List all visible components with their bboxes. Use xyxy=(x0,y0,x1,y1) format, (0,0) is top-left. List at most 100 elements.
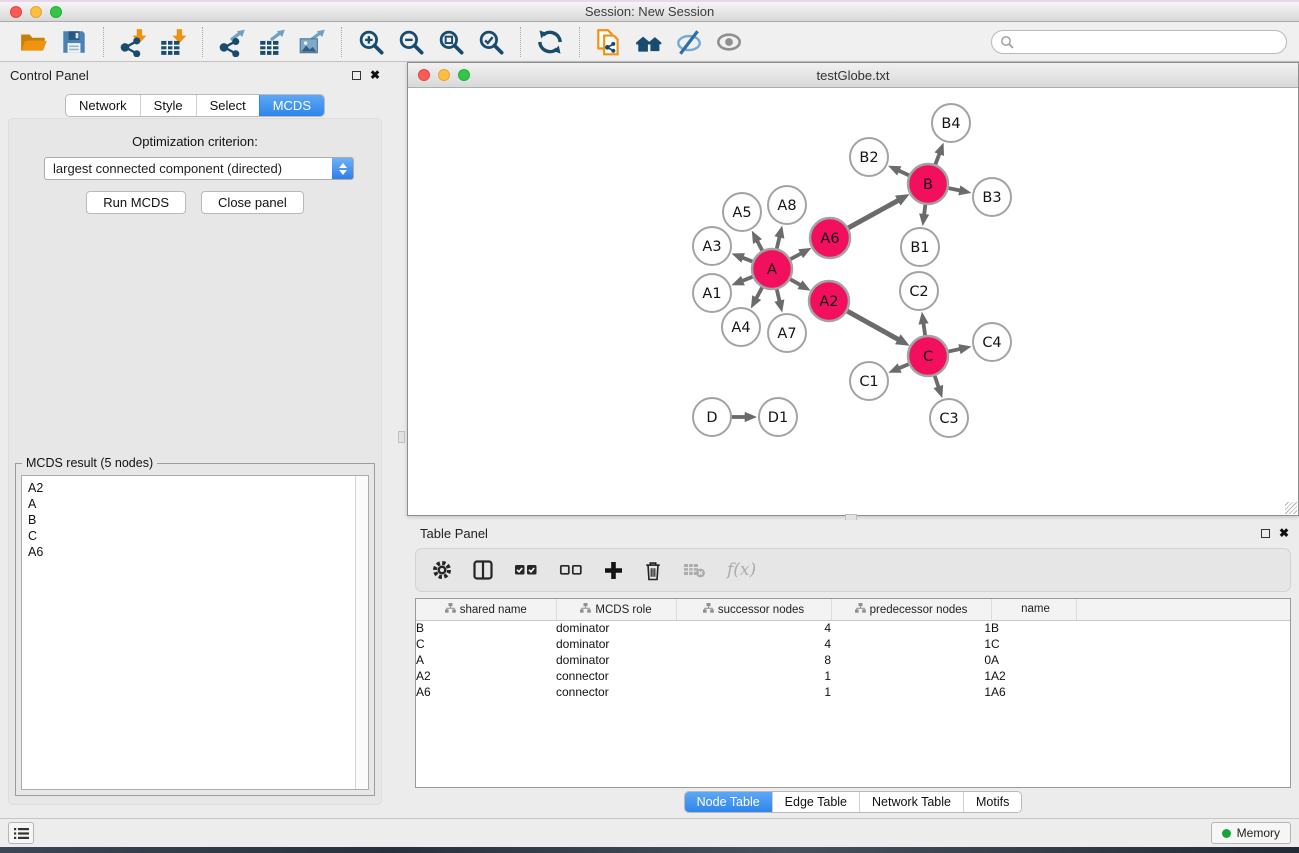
tab-edge-table[interactable]: Edge Table xyxy=(772,792,859,812)
column-header-predecessor-nodes[interactable]: predecessor nodes xyxy=(831,599,991,620)
table-row[interactable]: A6connector11A6 xyxy=(416,684,1291,700)
network-close-button[interactable] xyxy=(418,69,430,81)
export-network-icon[interactable] xyxy=(215,25,249,59)
task-history-button[interactable] xyxy=(8,822,34,844)
graph-node-A3[interactable]: A3 xyxy=(693,227,731,265)
search-field[interactable] xyxy=(991,30,1287,54)
export-image-icon[interactable] xyxy=(295,25,329,59)
column-header-successor-nodes[interactable]: successor nodes xyxy=(676,599,831,620)
graph-node-C3[interactable]: C3 xyxy=(930,399,968,437)
network-zoom-button[interactable] xyxy=(458,69,470,81)
graph-node-A4[interactable]: A4 xyxy=(722,308,760,346)
graph-node-A7[interactable]: A7 xyxy=(768,314,806,352)
graph-node-C2[interactable]: C2 xyxy=(900,272,938,310)
graph-edge-B-B3[interactable] xyxy=(947,188,962,191)
graph-node-A2[interactable]: A2 xyxy=(809,281,849,321)
graph-edge-C-C4[interactable] xyxy=(947,349,962,352)
import-network-icon[interactable] xyxy=(116,25,150,59)
search-input[interactable] xyxy=(1014,34,1278,50)
table-row[interactable]: Adominator80A xyxy=(416,652,1291,668)
network-canvas[interactable]: B4B2BB3B1A5A8A6A3AA1A4A7A2C2CC4C1C3DD1 xyxy=(408,88,1298,515)
tab-network[interactable]: Network xyxy=(66,95,140,116)
mcds-result-item[interactable]: C xyxy=(22,528,368,544)
export-table-icon[interactable] xyxy=(255,25,289,59)
network-minimize-button[interactable] xyxy=(438,69,450,81)
run-mcds-button[interactable]: Run MCDS xyxy=(86,191,186,214)
graph-node-D[interactable]: D xyxy=(693,398,731,436)
settings-gear-icon[interactable] xyxy=(432,560,452,580)
graph-edge-A-A7[interactable] xyxy=(776,287,780,302)
graph-edge-A-A2[interactable] xyxy=(789,278,802,285)
delete-table-icon[interactable] xyxy=(683,561,706,579)
home-icon[interactable] xyxy=(632,25,666,59)
mcds-result-item[interactable]: B xyxy=(22,512,368,528)
zoom-fit-icon[interactable] xyxy=(434,25,468,59)
add-row-icon[interactable] xyxy=(604,561,623,580)
mcds-result-item[interactable]: A xyxy=(22,496,368,512)
open-folder-icon[interactable] xyxy=(17,25,51,59)
zoom-window-button[interactable] xyxy=(50,6,62,18)
duplicate-network-icon[interactable] xyxy=(592,25,626,59)
graph-node-A8[interactable]: A8 xyxy=(768,186,806,224)
delete-row-icon[interactable] xyxy=(644,560,662,581)
graph-edge-A-A6[interactable] xyxy=(789,253,803,260)
float-panel-icon[interactable] xyxy=(1261,529,1270,538)
network-window-titlebar[interactable]: testGlobe.txt xyxy=(408,63,1298,88)
column-header-shared-name[interactable]: shared name xyxy=(416,599,556,620)
show-column-icon[interactable] xyxy=(473,560,493,580)
close-panel-icon[interactable]: ✖ xyxy=(1279,527,1289,539)
mcds-result-item[interactable]: A6 xyxy=(22,544,368,560)
minimize-window-button[interactable] xyxy=(30,6,42,18)
refresh-icon[interactable] xyxy=(533,25,567,59)
graph-edge-C-C2[interactable] xyxy=(923,322,925,337)
graph-edge-A-A8[interactable] xyxy=(776,235,780,250)
tab-node-table[interactable]: Node Table xyxy=(685,792,772,812)
column-header-name[interactable]: name xyxy=(991,599,1076,620)
hide-visibility-icon[interactable] xyxy=(672,25,706,59)
deselect-all-icon[interactable] xyxy=(559,561,583,579)
zoom-selected-icon[interactable] xyxy=(474,25,508,59)
graph-node-A1[interactable]: A1 xyxy=(693,274,731,312)
save-icon[interactable] xyxy=(57,25,91,59)
close-panel-icon[interactable]: ✖ xyxy=(370,69,380,81)
function-builder-icon[interactable]: f(x) xyxy=(727,560,756,580)
graph-node-C1[interactable]: C1 xyxy=(850,362,888,400)
resize-gripper-icon[interactable] xyxy=(1285,502,1297,514)
memory-button[interactable]: Memory xyxy=(1211,822,1291,844)
graph-node-C[interactable]: C xyxy=(908,336,948,376)
select-all-icon[interactable] xyxy=(514,561,538,579)
tab-select[interactable]: Select xyxy=(196,95,259,116)
show-visibility-icon[interactable] xyxy=(712,25,746,59)
graph-node-B4[interactable]: B4 xyxy=(932,104,970,142)
graph-node-A5[interactable]: A5 xyxy=(723,193,761,231)
graph-node-C4[interactable]: C4 xyxy=(973,323,1011,361)
tab-mcds[interactable]: MCDS xyxy=(259,95,324,116)
mcds-result-item[interactable]: A2 xyxy=(22,476,368,496)
graph-edge-C-C3[interactable] xyxy=(934,374,939,388)
splitter-handle[interactable] xyxy=(398,431,405,443)
tab-network-table[interactable]: Network Table xyxy=(859,792,963,812)
zoom-in-icon[interactable] xyxy=(354,25,388,59)
mcds-result-list[interactable]: A2ABCA6 xyxy=(21,475,369,790)
close-window-button[interactable] xyxy=(10,6,22,18)
graph-node-B1[interactable]: B1 xyxy=(901,228,939,266)
zoom-out-icon[interactable] xyxy=(394,25,428,59)
graph-node-B[interactable]: B xyxy=(908,164,948,204)
criterion-select[interactable]: largest connected component (directed) xyxy=(44,157,354,180)
scrollbar-track[interactable] xyxy=(355,476,368,789)
table-row[interactable]: Bdominator41B xyxy=(416,620,1291,636)
table-row[interactable]: A2connector11A2 xyxy=(416,668,1291,684)
graph-node-A6[interactable]: A6 xyxy=(810,218,850,258)
tab-style[interactable]: Style xyxy=(140,95,196,116)
float-panel-icon[interactable] xyxy=(352,71,361,80)
import-table-icon[interactable] xyxy=(156,25,190,59)
graph-node-D1[interactable]: D1 xyxy=(759,398,797,436)
column-header-mcds-role[interactable]: MCDS role xyxy=(556,599,676,620)
graph-edge-A6-B[interactable] xyxy=(847,200,900,229)
table-row[interactable]: Cdominator41C xyxy=(416,636,1291,652)
graph-node-B3[interactable]: B3 xyxy=(973,178,1011,216)
close-panel-button[interactable]: Close panel xyxy=(201,191,304,214)
tab-motifs[interactable]: Motifs xyxy=(963,792,1021,812)
graph-edge-A-A4[interactable] xyxy=(756,286,763,300)
graph-edge-A2-C[interactable] xyxy=(846,310,900,340)
